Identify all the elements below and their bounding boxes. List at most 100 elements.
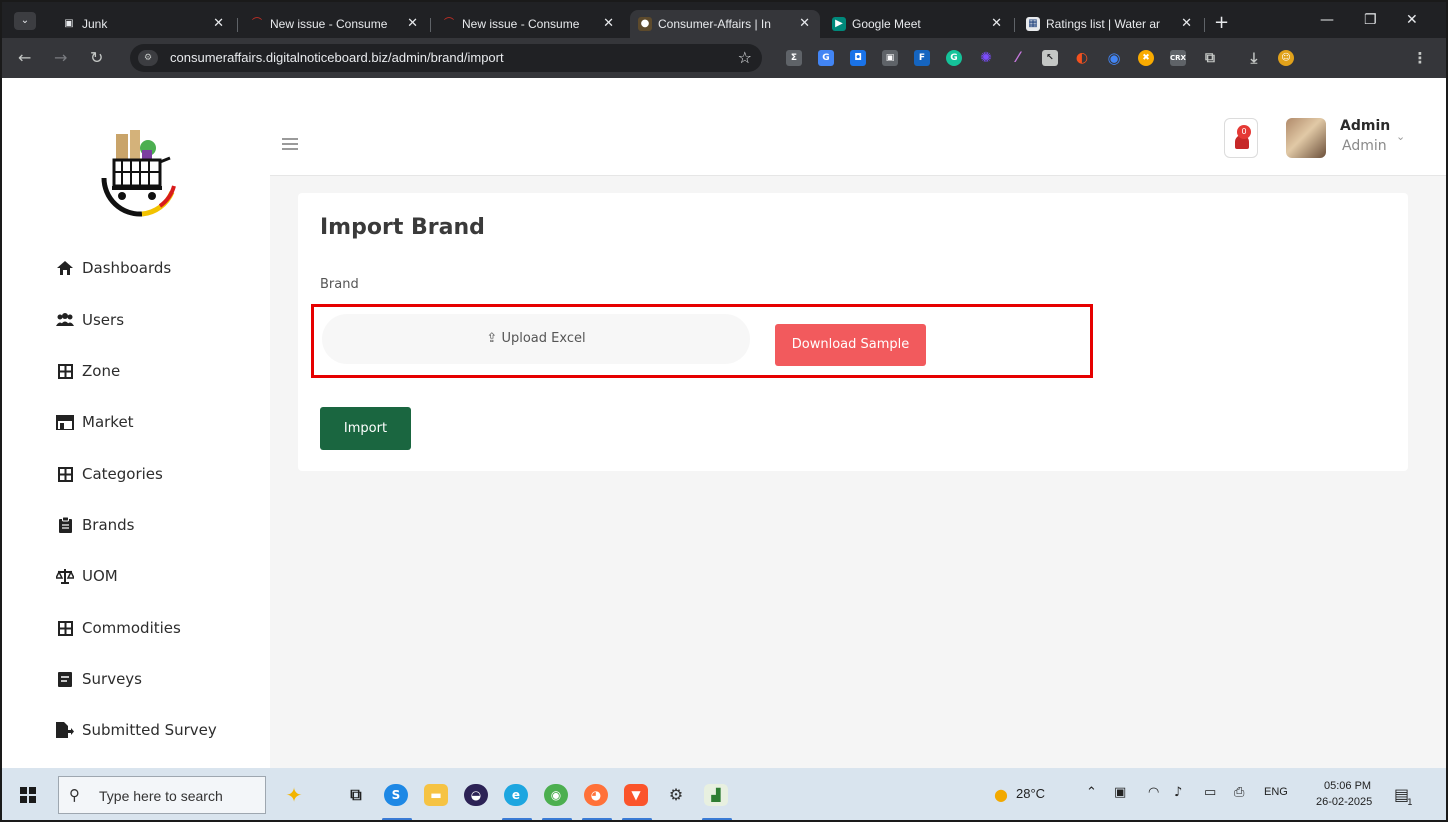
chevron-up-icon[interactable]: ⌃ bbox=[1086, 785, 1097, 800]
upload-icon: ⇪ bbox=[486, 331, 498, 346]
sidebar-item-uom[interactable]: UOM bbox=[56, 564, 118, 588]
sidebar-item-dashboards[interactable]: Dashboards bbox=[56, 256, 171, 280]
tab-separator bbox=[430, 18, 431, 32]
close-icon[interactable]: ✕ bbox=[603, 10, 614, 38]
sidebar-item-brands[interactable]: Brands bbox=[56, 513, 135, 537]
user-name[interactable]: Admin bbox=[1340, 118, 1390, 134]
menu-kebab-icon[interactable]: ⋮ bbox=[1412, 50, 1428, 66]
meet-icon: ▶ bbox=[832, 17, 846, 31]
sidebar-item-categories[interactable]: Categories bbox=[56, 462, 163, 486]
profile-avatar-icon[interactable]: ☺ bbox=[1278, 50, 1294, 66]
language-indicator[interactable]: ENG bbox=[1264, 786, 1288, 798]
tab-new-issue-2[interactable]: ⌒ New issue - Consume ✕ bbox=[434, 10, 624, 38]
edge-icon[interactable]: e bbox=[504, 784, 528, 806]
windows-start-icon[interactable] bbox=[20, 787, 36, 803]
tab-separator bbox=[1014, 18, 1015, 32]
temperature[interactable]: 28°C bbox=[1016, 786, 1045, 801]
close-icon[interactable]: ✕ bbox=[991, 10, 1002, 38]
extensions-puzzle-icon[interactable]: ⧉ bbox=[1202, 50, 1218, 66]
tab-ratings-list[interactable]: ▦ Ratings list | Water ar ✕ bbox=[1018, 10, 1202, 38]
store-icon bbox=[56, 414, 74, 430]
page-title: Import Brand bbox=[320, 215, 485, 240]
tab-new-issue-1[interactable]: ⌒ New issue - Consume ✕ bbox=[242, 10, 428, 38]
brand-field-label: Brand bbox=[320, 277, 359, 292]
hamburger-menu-icon[interactable] bbox=[282, 138, 298, 150]
running-indicator bbox=[382, 818, 412, 820]
grammarly-extension-icon[interactable]: G bbox=[946, 50, 962, 66]
screen-extension-icon[interactable]: ◘ bbox=[850, 50, 866, 66]
sigma-extension-icon[interactable]: Σ bbox=[786, 50, 802, 66]
fi-extension-icon[interactable]: F bbox=[914, 50, 930, 66]
tab-consumer-affairs[interactable]: ● Consumer-Affairs | In ✕ bbox=[630, 10, 820, 38]
restore-icon[interactable]: ❐ bbox=[1364, 12, 1377, 28]
tab-separator bbox=[237, 18, 238, 32]
back-icon[interactable]: ← bbox=[18, 48, 31, 68]
grid-icon bbox=[56, 620, 74, 636]
download-icon[interactable]: ⤓ bbox=[1246, 50, 1262, 66]
firefox-icon[interactable]: ◕ bbox=[584, 784, 608, 806]
sidebar-item-users[interactable]: Users bbox=[56, 308, 124, 332]
eclipse-icon[interactable]: ◒ bbox=[464, 784, 488, 806]
chevron-down-icon[interactable]: ⌄ bbox=[1396, 130, 1405, 143]
folder-icon: ▣ bbox=[64, 18, 74, 29]
translate-extension-icon[interactable]: G bbox=[818, 50, 834, 66]
chrome-icon[interactable]: ◉ bbox=[544, 784, 568, 806]
sidebar-item-commodities[interactable]: Commodities bbox=[56, 616, 181, 640]
import-button[interactable]: Import bbox=[320, 407, 411, 450]
clock-time[interactable]: 05:06 PM bbox=[1324, 780, 1371, 792]
import-brand-card: Import Brand Brand ⇪ Upload Excel Downlo… bbox=[298, 193, 1408, 471]
upload-excel-button[interactable]: ⇪ Upload Excel bbox=[322, 314, 750, 364]
new-tab-icon[interactable]: + bbox=[1214, 14, 1229, 32]
chart-app-icon[interactable]: ▟ bbox=[704, 784, 728, 806]
bookmark-star-icon[interactable]: ☆ bbox=[738, 48, 752, 67]
tab-google-meet[interactable]: ▶ Google Meet ✕ bbox=[824, 10, 1012, 38]
clipboard-icon bbox=[56, 517, 74, 533]
pointer-extension-icon[interactable]: ↖ bbox=[1042, 50, 1058, 66]
gear-extension-icon[interactable]: ✺ bbox=[978, 50, 994, 66]
sidebar-item-surveys[interactable]: Surveys bbox=[56, 667, 142, 691]
taskbar-search-input[interactable]: ⚲ Type here to search bbox=[58, 776, 266, 814]
notification-bell-button[interactable]: 0 bbox=[1224, 118, 1258, 158]
grid-icon bbox=[56, 466, 74, 482]
brave-icon[interactable]: ▼ bbox=[624, 784, 648, 806]
tab-junk[interactable]: ▣ Junk ✕ bbox=[54, 10, 234, 38]
minimize-icon[interactable]: — bbox=[1320, 12, 1334, 28]
notification-center-count: 1 bbox=[1407, 798, 1413, 808]
close-window-icon[interactable]: ✕ bbox=[1406, 12, 1418, 28]
close-icon[interactable]: ✕ bbox=[1181, 10, 1192, 38]
wifi-icon[interactable]: ◠ bbox=[1148, 785, 1159, 800]
capture-extension-icon[interactable]: ▣ bbox=[882, 50, 898, 66]
clock-date[interactable]: 26-02-2025 bbox=[1316, 796, 1372, 808]
close-icon[interactable]: ✕ bbox=[213, 10, 224, 38]
swirl-extension-icon[interactable]: ◐ bbox=[1074, 50, 1090, 66]
settings-gear-icon[interactable]: ⚙ bbox=[664, 784, 688, 806]
tab-search-icon[interactable]: ⌄ bbox=[14, 12, 36, 30]
sidebar-item-submitted-survey[interactable]: Submitted Survey bbox=[56, 718, 217, 742]
file-explorer-icon[interactable]: ▬ bbox=[424, 784, 448, 806]
x-extension-icon[interactable]: ✖ bbox=[1138, 50, 1154, 66]
close-icon[interactable]: ✕ bbox=[799, 10, 810, 38]
battery-icon[interactable]: ▭ bbox=[1204, 785, 1216, 800]
windows-taskbar: ⚲ Type here to search ✦ ⧉ S ▬ ◒ e ◉ ◕ ▼ … bbox=[2, 768, 1446, 820]
weather-icon[interactable]: ● bbox=[994, 785, 1008, 804]
skype-icon[interactable]: S bbox=[384, 784, 408, 806]
feather-extension-icon[interactable]: ⁄ bbox=[1010, 50, 1026, 66]
form-icon bbox=[56, 671, 74, 687]
site-info-icon[interactable]: ⚙ bbox=[138, 50, 158, 66]
forward-icon[interactable]: → bbox=[54, 48, 67, 68]
reload-icon[interactable]: ↻ bbox=[90, 48, 103, 68]
volume-icon[interactable]: ♪ bbox=[1174, 785, 1182, 800]
input-icon[interactable]: ⎙ bbox=[1234, 785, 1244, 800]
download-sample-button[interactable]: Download Sample bbox=[775, 324, 926, 366]
copilot-sparkle-icon[interactable]: ✦ bbox=[282, 784, 306, 806]
user-avatar[interactable] bbox=[1286, 118, 1326, 158]
crx-extension-icon[interactable]: CRX bbox=[1170, 50, 1186, 66]
sidebar-item-market[interactable]: Market bbox=[56, 410, 134, 434]
sidebar-item-zone[interactable]: Zone bbox=[56, 359, 120, 383]
running-indicator bbox=[582, 818, 612, 820]
circle-extension-icon[interactable]: ◉ bbox=[1106, 50, 1122, 66]
meet-now-icon[interactable]: ▣ bbox=[1114, 785, 1126, 800]
task-view-icon[interactable]: ⧉ bbox=[344, 784, 368, 806]
url-bar[interactable]: ⚙ consumeraffairs.digitalnoticeboard.biz… bbox=[130, 44, 762, 72]
close-icon[interactable]: ✕ bbox=[407, 10, 418, 38]
